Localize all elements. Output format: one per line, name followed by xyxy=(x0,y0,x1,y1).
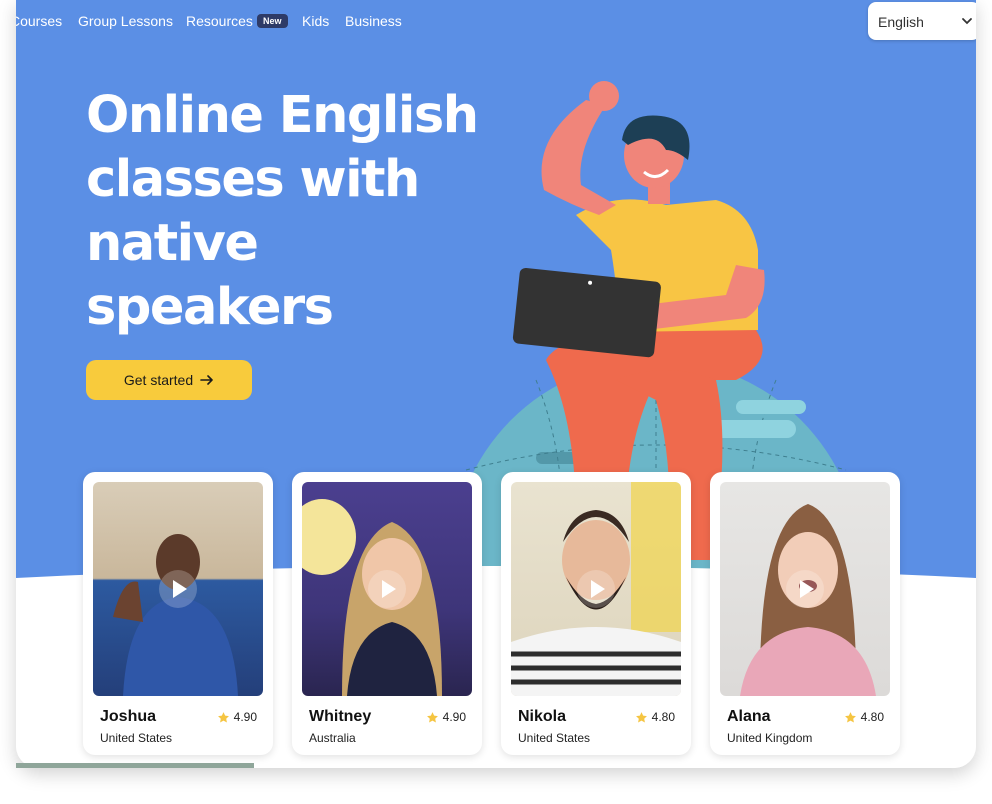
teacher-name: Whitney xyxy=(309,708,372,725)
teacher-card-nikola[interactable]: Nikola United States 4.80 xyxy=(501,472,691,755)
teacher-video-thumbnail[interactable] xyxy=(511,482,681,696)
new-badge: New xyxy=(257,14,288,28)
nav-group-lessons[interactable]: Group Lessons xyxy=(78,13,173,29)
rating-value: 4.80 xyxy=(651,710,675,724)
star-icon xyxy=(426,711,438,722)
teacher-rating: 4.80 xyxy=(635,710,675,724)
teacher-country: United Kingdom xyxy=(727,731,813,745)
star-icon xyxy=(217,711,229,722)
play-button[interactable] xyxy=(159,570,197,608)
get-started-label: Get started xyxy=(123,372,194,388)
teacher-country: United States xyxy=(518,731,591,745)
language-selector[interactable]: English xyxy=(868,2,976,40)
teacher-country: Australia xyxy=(309,731,356,745)
play-button[interactable] xyxy=(577,570,615,608)
teacher-name: Alana xyxy=(727,708,771,725)
star-icon xyxy=(844,711,856,722)
rating-value: 4.90 xyxy=(233,710,257,724)
play-button[interactable] xyxy=(786,570,824,608)
chevron-down-icon xyxy=(962,18,972,25)
teacher-country: United States xyxy=(100,731,173,745)
teacher-name: Nikola xyxy=(518,708,567,725)
nav-kids[interactable]: Kids xyxy=(302,13,329,29)
teacher-video-thumbnail[interactable] xyxy=(720,482,890,696)
nav-business[interactable]: Business xyxy=(345,13,402,29)
page-frame: Courses Group Lessons Resources New Kids… xyxy=(16,0,976,768)
teacher-card-alana[interactable]: Alana United Kingdom 4.80 xyxy=(710,472,900,755)
nav-resources[interactable]: Resources xyxy=(186,13,253,29)
arrow-right-icon xyxy=(200,375,213,385)
rating-value: 4.80 xyxy=(860,710,884,724)
language-label: English xyxy=(878,14,924,30)
play-button[interactable] xyxy=(368,570,406,608)
teacher-video-thumbnail[interactable] xyxy=(302,482,472,696)
play-icon xyxy=(800,580,814,598)
play-icon xyxy=(173,580,187,598)
teacher-card-whitney[interactable]: Whitney Australia 4.90 xyxy=(292,472,482,755)
star-icon xyxy=(635,711,647,722)
top-navigation: Courses Group Lessons Resources New Kids… xyxy=(16,0,976,42)
get-started-button[interactable]: Get started xyxy=(86,360,252,400)
teacher-rating: 4.90 xyxy=(426,710,466,724)
play-icon xyxy=(382,580,396,598)
teacher-rating: 4.80 xyxy=(844,710,884,724)
rating-value: 4.90 xyxy=(442,710,466,724)
teacher-name: Joshua xyxy=(100,708,157,725)
teacher-rating: 4.90 xyxy=(217,710,257,724)
hero-headline: Online English classes with native speak… xyxy=(86,86,479,337)
nav-courses[interactable]: Courses xyxy=(16,13,62,29)
teacher-card-joshua[interactable]: Joshua United States 4.90 xyxy=(83,472,273,755)
play-icon xyxy=(591,580,605,598)
scroll-indicator xyxy=(16,763,254,768)
teacher-video-thumbnail[interactable] xyxy=(93,482,263,696)
